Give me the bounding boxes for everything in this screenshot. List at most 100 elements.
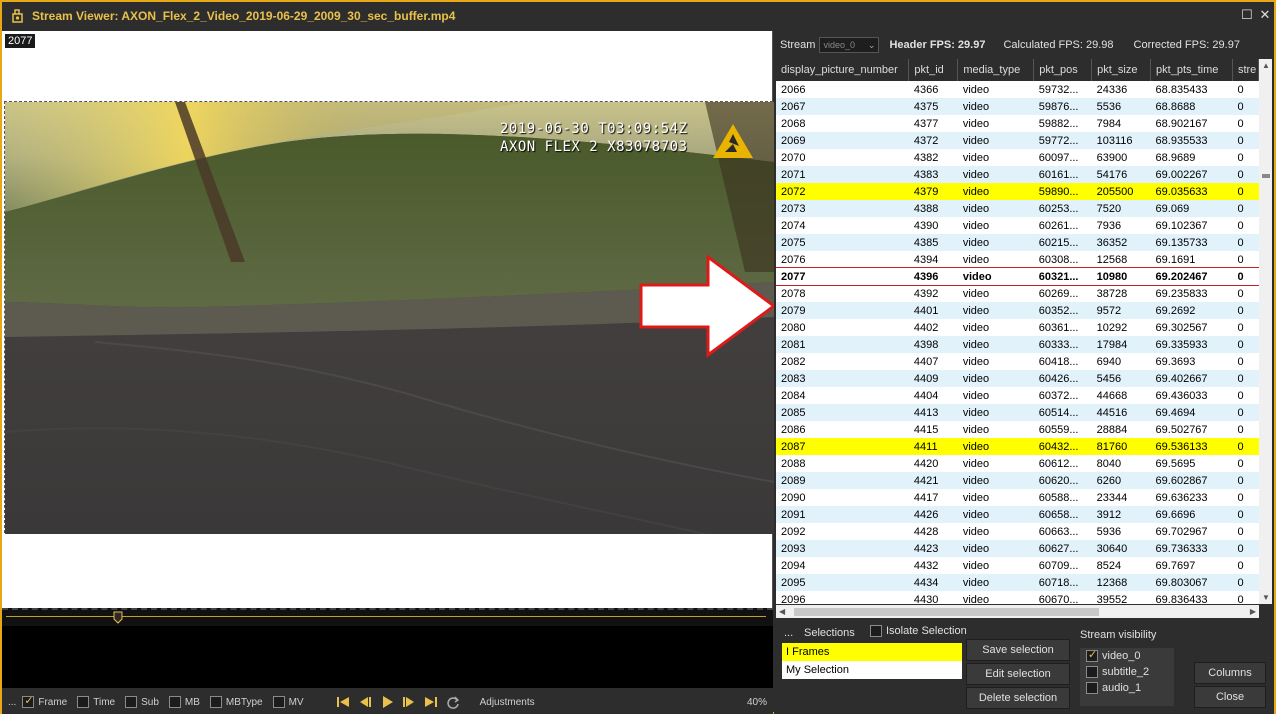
table-row[interactable]: 2074 4390 video 60261... 7936 69.102367 0 [776, 217, 1259, 234]
table-row[interactable]: 2093 4423 video 60627... 30640 69.736333 0 [776, 540, 1259, 557]
table-cell: 4407 [913, 355, 939, 368]
frame-toggle[interactable]: Frame [16, 694, 67, 708]
visibility-item-video[interactable]: video_0 [1080, 648, 1174, 664]
visibility-item-label: audio_1 [1102, 682, 1142, 694]
close-button[interactable]: Close [1194, 686, 1266, 708]
timeline[interactable] [2, 608, 773, 688]
timeline-playhead-icon[interactable] [113, 611, 123, 624]
stream-select[interactable]: video_0 ⌄ [819, 37, 880, 53]
table-row[interactable]: 2073 4388 video 60253... 7520 69.069 0 [776, 200, 1259, 217]
table-cell: 60514... [1038, 406, 1079, 419]
table-row[interactable]: 2089 4421 video 60620... 6260 69.602867 0 [776, 472, 1259, 489]
table-row[interactable]: 2070 4382 video 60097... 63900 68.9689 0 [776, 149, 1259, 166]
mv-toggle[interactable]: MV [267, 696, 304, 708]
more-options-button[interactable]: ... [8, 697, 16, 708]
table-row[interactable]: 2076 4394 video 60308... 12568 69.1691 0 [776, 251, 1259, 268]
table-row[interactable]: 2088 4420 video 60612... 8040 69.5695 0 [776, 455, 1259, 472]
table-row[interactable]: 2078 4392 video 60269... 38728 69.235833 0 [776, 285, 1259, 302]
close-icon[interactable]: ✕ [1258, 8, 1272, 22]
vertical-scroll-thumb[interactable] [1262, 174, 1270, 178]
isolate-selection-checkbox[interactable] [870, 625, 882, 637]
horizontal-scrollbar[interactable]: ◀ ▶ [776, 605, 1259, 618]
table-cell: video [962, 338, 990, 351]
maximize-icon[interactable]: ☐ [1240, 8, 1254, 22]
save-selection-button[interactable]: Save selection [966, 639, 1070, 661]
table-row[interactable]: 2081 4398 video 60333... 17984 69.335933 0 [776, 336, 1259, 353]
play-icon[interactable] [379, 694, 395, 710]
table-row[interactable]: 2071 4383 video 60161... 54176 69.002267 0 [776, 166, 1259, 183]
frame-checkbox[interactable] [22, 694, 35, 708]
sub-toggle[interactable]: Sub [119, 696, 159, 708]
sub-checkbox[interactable] [125, 696, 138, 708]
table-row[interactable]: 2080 4402 video 60361... 10292 69.302567 0 [776, 319, 1259, 336]
table-row[interactable]: 2067 4375 video 59876... 5536 68.8688 0 [776, 98, 1259, 115]
column-header[interactable]: stre [1232, 59, 1259, 81]
table-row[interactable]: 2086 4415 video 60559... 28884 69.502767 0 [776, 421, 1259, 438]
visibility-item-label: video_0 [1102, 650, 1141, 662]
visibility-item-audio[interactable]: audio_1 [1080, 680, 1174, 696]
table-row[interactable]: 2090 4417 video 60588... 23344 69.636233 0 [776, 489, 1259, 506]
list-item[interactable]: I Frames [782, 643, 962, 661]
skip-to-start-icon[interactable] [335, 694, 351, 710]
loop-icon[interactable] [445, 694, 461, 710]
time-checkbox[interactable] [77, 696, 90, 708]
adjustments-button[interactable]: Adjustments [480, 697, 535, 708]
table-row[interactable]: 2068 4377 video 59882... 7984 68.902167 0 [776, 115, 1259, 132]
table-row[interactable]: 2082 4407 video 60418... 6940 69.3693 0 [776, 353, 1259, 370]
table-row[interactable]: 2066 4366 video 59732... 24336 68.835433 0 [776, 81, 1259, 98]
visibility-item-subtitle[interactable]: subtitle_2 [1080, 664, 1174, 680]
table-row[interactable]: 2083 4409 video 60426... 5456 69.402667 0 [776, 370, 1259, 387]
table-cell: video [962, 83, 990, 96]
delete-selection-button[interactable]: Delete selection [966, 687, 1070, 709]
skip-to-end-icon[interactable] [423, 694, 439, 710]
step-forward-icon[interactable] [401, 694, 417, 710]
column-header[interactable]: pkt_pos [1033, 59, 1093, 81]
table-row[interactable]: 2072 4379 video 59890... 205500 69.035633 0 [776, 183, 1259, 200]
table-row[interactable]: 2092 4428 video 60663... 5936 69.702967 0 [776, 523, 1259, 540]
selections-more-button[interactable]: ... [784, 627, 793, 639]
columns-button[interactable]: Columns [1194, 662, 1266, 684]
selections-list[interactable]: I Frames My Selection [782, 643, 962, 679]
mbtype-checkbox[interactable] [209, 696, 222, 708]
column-header[interactable]: media_type [957, 59, 1035, 81]
vertical-scrollbar[interactable]: ▲ ▼ [1259, 59, 1272, 604]
isolate-selection-toggle[interactable]: Isolate Selection [864, 625, 967, 637]
mb-checkbox[interactable] [168, 696, 181, 708]
column-header[interactable]: display_picture_number [776, 59, 910, 81]
table-row[interactable]: 2096 4430 video 60670... 39552 69.836433 0 [776, 591, 1259, 604]
table-row[interactable]: 2077 4396 video 60321... 10980 69.202467 0 [776, 267, 1259, 286]
table-row[interactable]: 2087 4411 video 60432... 81760 69.536133 0 [776, 438, 1259, 455]
scroll-up-icon[interactable]: ▲ [1262, 61, 1270, 70]
table-row[interactable]: 2095 4434 video 60718... 12368 69.803067 0 [776, 574, 1259, 591]
stream-select-value: video_0 [823, 40, 855, 50]
horizontal-scroll-thumb[interactable] [794, 608, 1099, 616]
table-cell: 60418... [1038, 355, 1079, 368]
table-cell: 44516 [1096, 406, 1128, 419]
mb-toggle[interactable]: MB [163, 696, 200, 708]
subtitle-visibility-checkbox[interactable] [1086, 666, 1098, 678]
time-toggle[interactable]: Time [71, 696, 115, 708]
table-row[interactable]: 2084 4404 video 60372... 44668 69.436033 0 [776, 387, 1259, 404]
step-back-icon[interactable] [357, 694, 373, 710]
mv-checkbox[interactable] [272, 696, 285, 708]
audio-visibility-checkbox[interactable] [1086, 682, 1098, 694]
table-cell: 2093 [781, 542, 806, 555]
packet-table[interactable]: display_picture_number pkt_id media_type pk… [776, 59, 1259, 604]
table-row[interactable]: 2079 4401 video 60352... 9572 69.2692 0 [776, 302, 1259, 319]
scroll-right-icon[interactable]: ▶ [1250, 607, 1256, 616]
column-header[interactable]: pkt_size [1091, 59, 1152, 81]
mbtype-toggle[interactable]: MBType [204, 696, 263, 708]
scroll-down-icon[interactable]: ▼ [1262, 593, 1270, 602]
table-row[interactable]: 2075 4385 video 60215... 36352 69.135733 0 [776, 234, 1259, 251]
list-item[interactable]: My Selection [782, 661, 962, 679]
column-header[interactable]: pkt_pts_time [1150, 59, 1233, 81]
table-cell: 60333... [1038, 338, 1079, 351]
table-row[interactable]: 2085 4413 video 60514... 44516 69.4694 0 [776, 404, 1259, 421]
table-row[interactable]: 2069 4372 video 59772... 103116 68.935533 0 [776, 132, 1259, 149]
edit-selection-button[interactable]: Edit selection [966, 663, 1070, 685]
video-visibility-checkbox[interactable] [1086, 648, 1098, 662]
table-row[interactable]: 2094 4432 video 60709... 8524 69.7697 0 [776, 557, 1259, 574]
column-header[interactable]: pkt_id [908, 59, 959, 81]
table-row[interactable]: 2091 4426 video 60658... 3912 69.6696 0 [776, 506, 1259, 523]
scroll-left-icon[interactable]: ◀ [779, 607, 785, 616]
